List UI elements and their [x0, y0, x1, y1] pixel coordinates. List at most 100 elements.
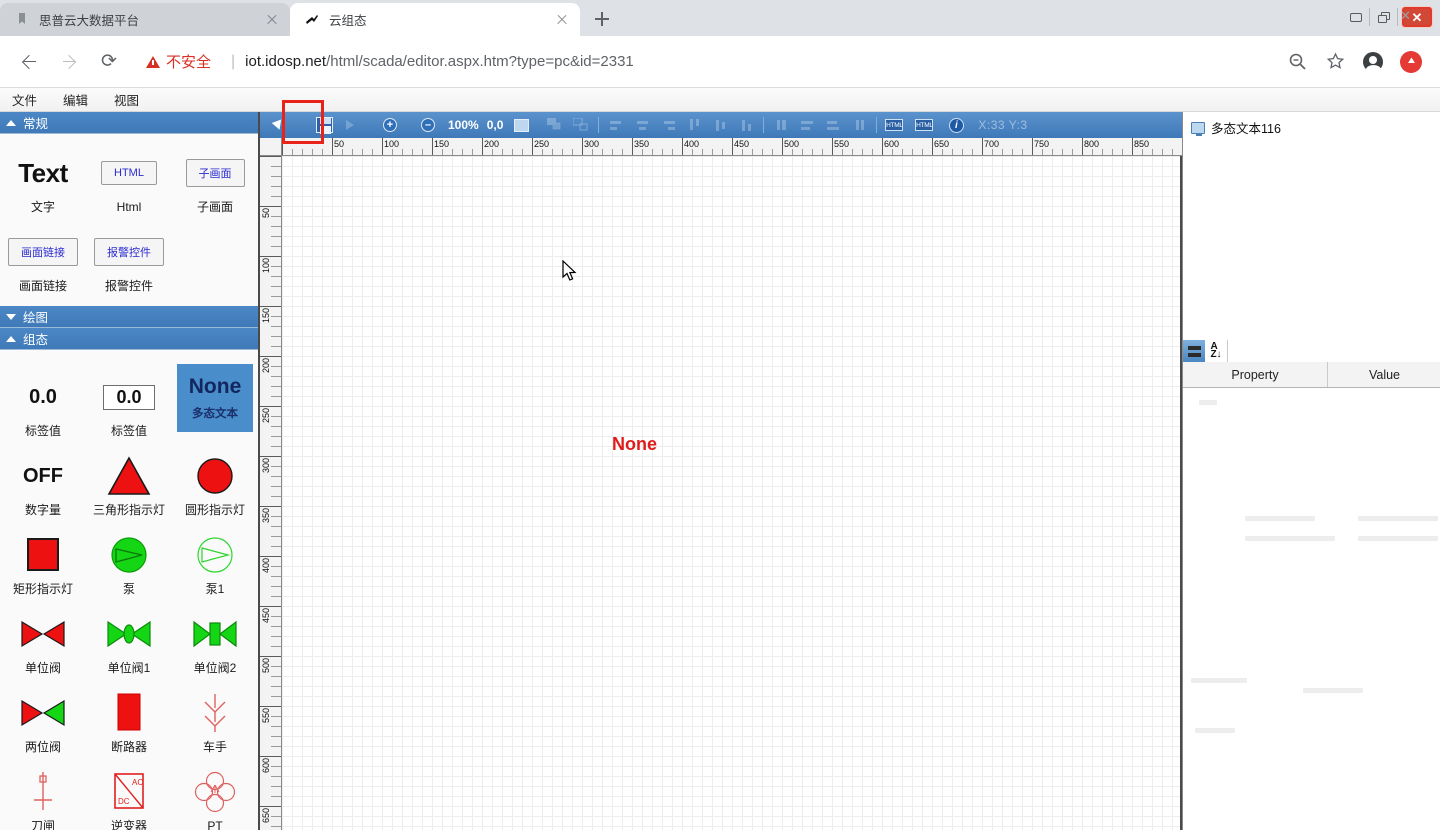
reload-icon: ⟳: [101, 50, 117, 73]
object-tree[interactable]: 多态文本116: [1183, 112, 1440, 334]
palette-item-valve[interactable]: 单位阀: [0, 601, 86, 680]
tree-item-multi-state-text[interactable]: 多态文本116: [1191, 118, 1433, 137]
align-center-icon[interactable]: [630, 114, 654, 136]
palette-item-tag-value-box[interactable]: 0.0 标签值: [86, 364, 172, 443]
reload-button[interactable]: ⟳: [92, 45, 126, 79]
menu-item-view[interactable]: 视图: [114, 90, 139, 109]
address-bar[interactable]: 不安全 | iot.idosp.net /html/scada/editor.a…: [132, 45, 1276, 79]
palette-item-circle-lamp[interactable]: 圆形指示灯: [172, 443, 258, 522]
property-table-body[interactable]: [1183, 388, 1440, 830]
triangle-up-icon: [6, 120, 16, 126]
svg-text:DC: DC: [118, 797, 130, 806]
property-table-header: Property Value: [1183, 362, 1440, 388]
palette-item-arrester[interactable]: 车手: [172, 680, 258, 759]
zoom-in-icon[interactable]: +: [378, 114, 402, 136]
align-right-icon[interactable]: [656, 114, 680, 136]
new-tab-button[interactable]: [588, 5, 616, 33]
palette-caption: Html: [117, 200, 142, 215]
ruler-tick-label: 450: [734, 139, 749, 149]
forward-button[interactable]: [52, 45, 86, 79]
status-coordinates: X:33 Y:3: [978, 118, 1027, 132]
align-bottom-icon[interactable]: [734, 114, 758, 136]
play-icon[interactable]: [338, 114, 362, 136]
sidebar-section-drawing[interactable]: 绘图: [0, 306, 258, 328]
menu-item-file[interactable]: 文件: [12, 90, 37, 109]
palette-item-valve1[interactable]: 单位阀1: [86, 601, 172, 680]
palette-item-rect-lamp[interactable]: 矩形指示灯: [0, 522, 86, 601]
categorized-icon[interactable]: [1183, 340, 1205, 362]
browser-tab-strip: 思普云大数据平台 云组态 ✕ ✕: [0, 0, 1440, 36]
security-indicator[interactable]: 不安全: [146, 51, 211, 72]
palette-item-pump1[interactable]: 泵1: [172, 522, 258, 601]
sidebar-section-general[interactable]: 常规: [0, 112, 258, 134]
palette-art-tag-value: 0.0: [29, 386, 57, 409]
zoom-out-icon[interactable]: [1280, 45, 1314, 79]
palette-item-html[interactable]: HTML Html: [86, 140, 172, 219]
palette-item-pump[interactable]: 泵: [86, 522, 172, 601]
palette-empty-cell: [172, 219, 258, 298]
palette-item-multi-state-text[interactable]: None 多态文本: [172, 364, 258, 443]
ruler-tick-label: 500: [261, 658, 271, 673]
palette-art-text: Text: [18, 158, 68, 189]
zoom-out-icon[interactable]: –: [416, 114, 440, 136]
scada-icon: [304, 12, 320, 28]
same-height-icon[interactable]: [821, 114, 845, 136]
palette-item-tag-value[interactable]: 0.0 标签值: [0, 364, 86, 443]
browser-toolbar: ⟳ 不安全 | iot.idosp.net /html/scada/editor…: [0, 36, 1440, 88]
palette-item-breaker[interactable]: 断路器: [86, 680, 172, 759]
info-icon[interactable]: i: [944, 114, 968, 136]
palette-item-two-pos-valve[interactable]: 两位阀: [0, 680, 86, 759]
ruler-tick-label: 600: [261, 758, 271, 773]
palette-caption: 刀闸: [31, 819, 55, 830]
html-export-icon[interactable]: HTML: [882, 114, 906, 136]
close-button[interactable]: ✕ ✕: [1398, 4, 1436, 30]
fit-screen-icon[interactable]: [509, 114, 533, 136]
ruler-tick-label: 800: [1084, 139, 1099, 149]
palette-item-screen-link[interactable]: 画面链接 画面链接: [0, 219, 86, 298]
profile-icon[interactable]: [1356, 45, 1390, 79]
ghost-row-artifact: [1358, 516, 1438, 521]
alphabetical-icon[interactable]: AZ↓: [1205, 340, 1227, 362]
sidebar-section-configuration[interactable]: 组态: [0, 328, 258, 350]
palette-caption: 单位阀2: [194, 661, 237, 676]
palette-item-triangle-lamp[interactable]: 三角形指示灯: [86, 443, 172, 522]
same-width-icon[interactable]: [769, 114, 793, 136]
palette-art-alarm-control: 报警控件: [94, 238, 164, 266]
browser-tab-1[interactable]: 云组态: [290, 3, 580, 36]
tab-close-icon[interactable]: [554, 12, 570, 28]
pointer-icon[interactable]: [266, 114, 290, 136]
ungroup-icon[interactable]: [569, 114, 593, 136]
circle-lamp-icon: [195, 453, 235, 499]
html-import-icon[interactable]: HTML: [912, 114, 936, 136]
bookmark-star-icon[interactable]: [1318, 45, 1352, 79]
palette-item-alarm-control[interactable]: 报警控件 报警控件: [86, 219, 172, 298]
palette-item-knife-switch[interactable]: 刀闸: [0, 759, 86, 830]
palette-item-pt[interactable]: PT: [172, 759, 258, 830]
same-size-icon[interactable]: [847, 114, 871, 136]
palette-caption: 断路器: [111, 740, 147, 755]
canvas[interactable]: None: [282, 156, 1182, 830]
palette-item-inverter[interactable]: ACDC 逆变器: [86, 759, 172, 830]
palette-item-text[interactable]: Text 文字: [0, 140, 86, 219]
align-top-icon[interactable]: [682, 114, 706, 136]
group-icon[interactable]: [543, 114, 567, 136]
inverter-icon: ACDC: [109, 769, 149, 815]
ruler-tick-label: 100: [261, 258, 271, 273]
canvas-object-multi-state-text[interactable]: None: [612, 434, 657, 455]
minimize-button[interactable]: [1342, 4, 1370, 30]
align-middle-icon[interactable]: [708, 114, 732, 136]
browser-tab-0[interactable]: 思普云大数据平台: [0, 3, 290, 36]
extension-icon[interactable]: [1394, 45, 1428, 79]
restore-button[interactable]: [1370, 4, 1398, 30]
ruler-tick-label: 600: [884, 139, 899, 149]
menu-item-edit[interactable]: 编辑: [63, 90, 88, 109]
palette-item-digital[interactable]: OFF 数字量: [0, 443, 86, 522]
palette-item-valve2[interactable]: 单位阀2: [172, 601, 258, 680]
align-left-icon[interactable]: [604, 114, 628, 136]
back-button[interactable]: [12, 45, 46, 79]
save-icon[interactable]: [312, 114, 336, 136]
palette-item-subscreen[interactable]: 子画面 子画面: [172, 140, 258, 219]
property-search-field[interactable]: [1227, 340, 1440, 362]
distribute-h-icon[interactable]: [795, 114, 819, 136]
tab-close-icon[interactable]: [264, 12, 280, 28]
